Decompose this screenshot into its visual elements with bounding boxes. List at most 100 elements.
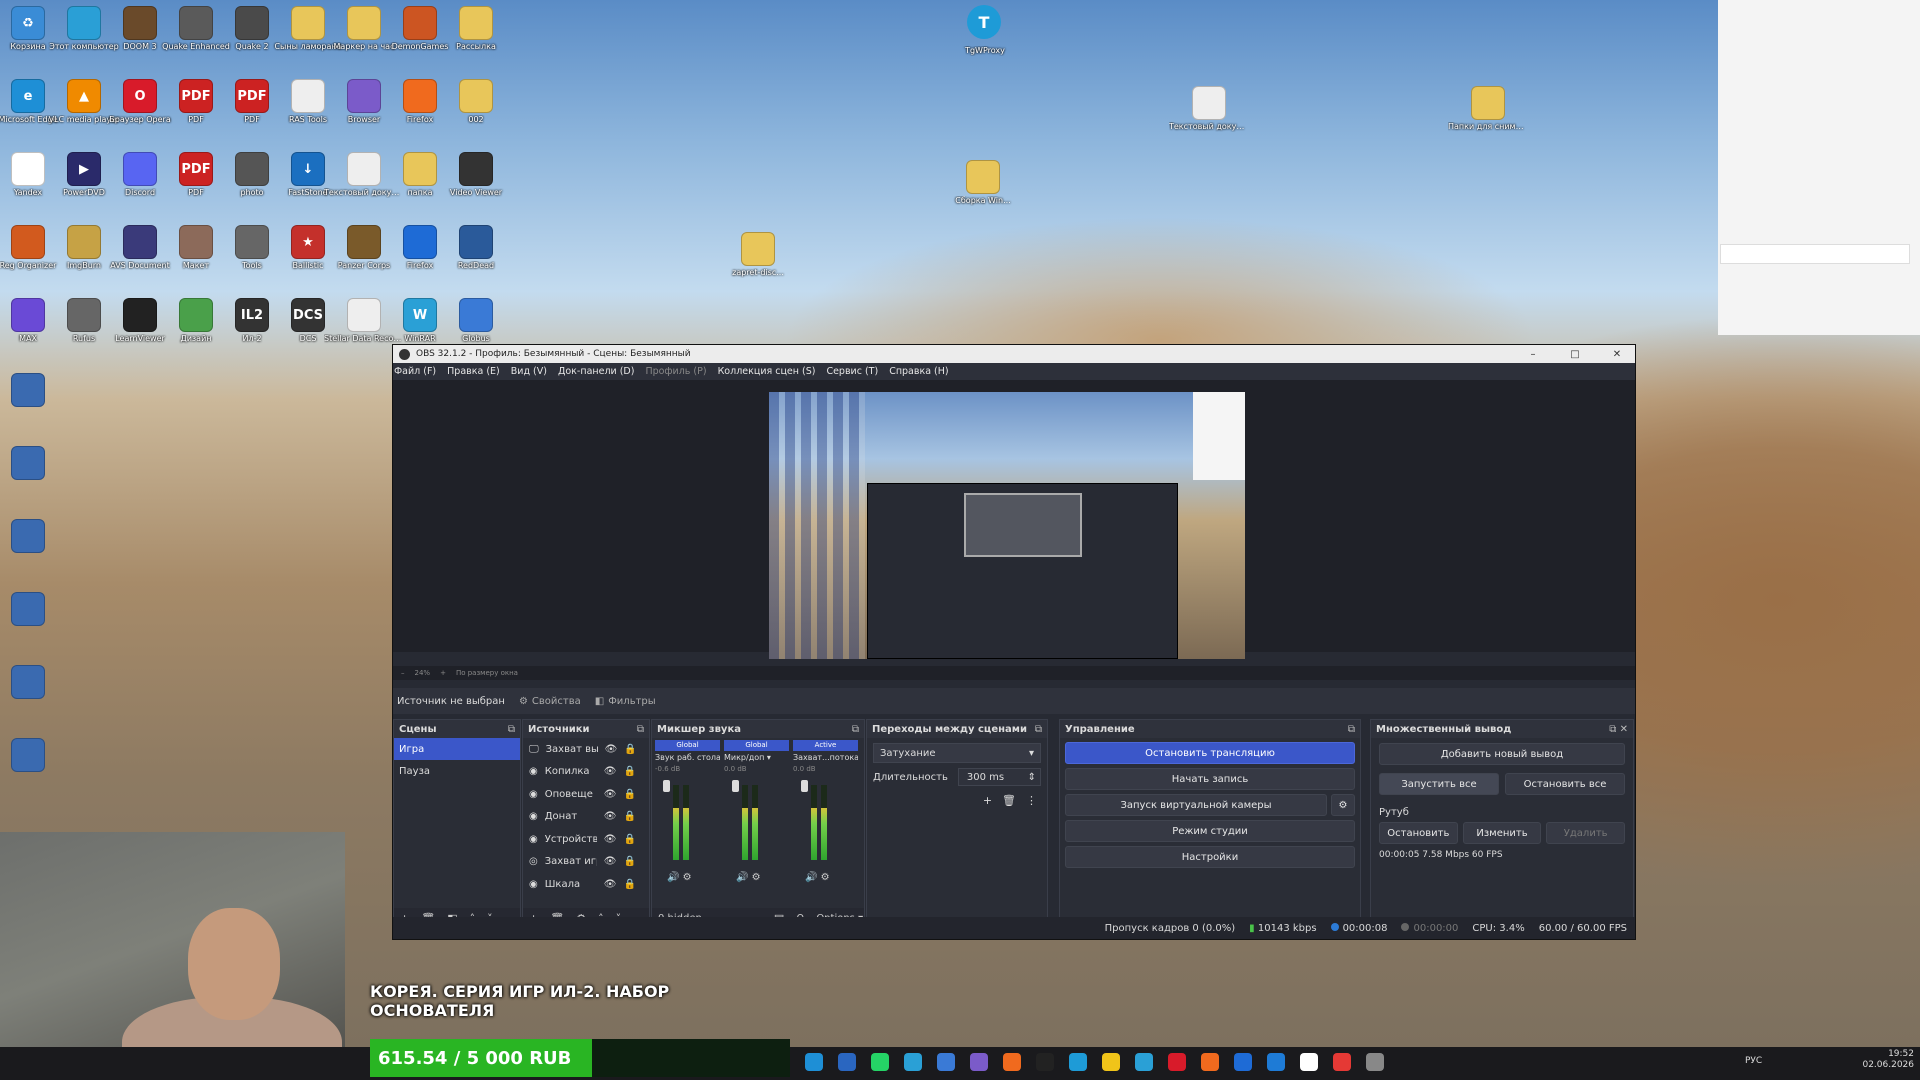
desktop-icon[interactable]	[0, 373, 68, 407]
menu-item[interactable]: Профиль (P)	[645, 366, 706, 377]
channel-name[interactable]: Микр/доп ▾	[724, 753, 789, 762]
channel-name[interactable]: Захват...потока ▾	[793, 753, 858, 762]
undock-icon[interactable]: ⧉	[1348, 724, 1355, 735]
stop-stream-button[interactable]: Остановить трансляцию	[1065, 742, 1355, 764]
source-item[interactable]: ◉ Донат 👁 🔒	[523, 806, 649, 829]
mute-icon[interactable]: 🔊 ⚙	[736, 872, 761, 883]
mute-icon[interactable]: 🔊 ⚙	[805, 872, 830, 883]
properties-button[interactable]: ⚙ Свойства	[519, 696, 581, 707]
lock-icon[interactable]: 🔒	[623, 766, 635, 777]
preview-canvas[interactable]	[769, 392, 1245, 659]
source-item[interactable]: ◉ Шкала 👁 🔒	[523, 873, 649, 896]
start-all-button[interactable]: Запустить все	[1379, 773, 1499, 795]
eye-icon[interactable]: 👁	[605, 744, 618, 755]
eye-icon[interactable]: 👁	[604, 789, 617, 800]
menu-item[interactable]: Коллекция сцен (S)	[718, 366, 816, 377]
taskbar-app-icon[interactable]	[904, 1053, 922, 1071]
menu-item[interactable]: Док-панели (D)	[558, 366, 634, 377]
desktop-icon[interactable]: Текстовый докумен...	[1169, 86, 1249, 132]
scene-item[interactable]: Игра	[394, 738, 520, 760]
delete-output-button[interactable]: Удалить	[1546, 822, 1626, 844]
tray-clock[interactable]: 19:52 02.06.2026	[1862, 1049, 1914, 1071]
more-icon[interactable]: ⋮	[1026, 794, 1037, 807]
menu-item[interactable]: Файл (F)	[394, 366, 436, 377]
taskbar-app-icon[interactable]	[1366, 1053, 1384, 1071]
desktop-icon[interactable]: 002	[436, 79, 516, 125]
transition-select[interactable]: Затухание ▾	[873, 743, 1041, 763]
menu-item[interactable]: Правка (E)	[447, 366, 500, 377]
desktop-icon[interactable]: RedDead	[436, 225, 516, 271]
source-item[interactable]: ◉ Устройств 👁 🔒	[523, 828, 649, 851]
taskbar-app-icon[interactable]	[1036, 1053, 1054, 1071]
filters-button[interactable]: ◧ Фильтры	[595, 696, 656, 707]
gear-icon[interactable]: ⚙	[1331, 794, 1355, 816]
desktop-icon[interactable]	[0, 738, 68, 772]
tray-language[interactable]: РУС	[1745, 1056, 1762, 1066]
taskbar-app-icon[interactable]	[805, 1053, 823, 1071]
undock-close-icons[interactable]: ⧉ ✕	[1609, 724, 1628, 735]
desktop-icon[interactable]	[0, 665, 68, 699]
studio-mode-button[interactable]: Режим студии	[1065, 820, 1355, 842]
menu-item[interactable]: Вид (V)	[511, 366, 547, 377]
lock-icon[interactable]: 🔒	[624, 744, 636, 755]
eye-icon[interactable]: 👁	[604, 856, 617, 867]
taskbar-app-icon[interactable]	[1168, 1053, 1186, 1071]
stop-all-button[interactable]: Остановить все	[1505, 773, 1625, 795]
taskbar-app-icon[interactable]	[1333, 1053, 1351, 1071]
taskbar-app-icon[interactable]	[1234, 1053, 1252, 1071]
source-item[interactable]: 🖵 Захват вы 👁 🔒	[523, 738, 649, 761]
desktop-icon[interactable]: Рассылка	[436, 6, 516, 52]
volume-fader[interactable]	[732, 780, 739, 792]
add-output-button[interactable]: Добавить новый вывод	[1379, 743, 1625, 765]
undock-icon[interactable]: ⧉	[508, 724, 515, 735]
desktop-icon[interactable]: zapret-disc...	[718, 232, 798, 278]
taskbar-app-icon[interactable]	[871, 1053, 889, 1071]
edit-output-button[interactable]: Изменить	[1462, 822, 1542, 844]
eye-icon[interactable]: 👁	[604, 811, 617, 822]
start-record-button[interactable]: Начать запись	[1065, 768, 1355, 790]
taskbar-app-icon[interactable]	[1267, 1053, 1285, 1071]
taskbar-app-icon[interactable]	[838, 1053, 856, 1071]
taskbar-app-icon[interactable]	[1201, 1053, 1219, 1071]
scene-item[interactable]: Пауза	[394, 760, 520, 782]
eye-icon[interactable]: 👁	[604, 834, 617, 845]
stop-output-button[interactable]: Остановить	[1379, 822, 1458, 844]
undock-icon[interactable]: ⧉	[637, 724, 644, 735]
taskbar-app-icon[interactable]	[970, 1053, 988, 1071]
close-button[interactable]: ✕	[1599, 349, 1635, 360]
minimize-button[interactable]: –	[1515, 349, 1551, 360]
settings-button[interactable]: Настройки	[1065, 846, 1355, 868]
desktop-icon[interactable]	[0, 519, 68, 553]
lock-icon[interactable]: 🔒	[623, 834, 635, 845]
tgwproxy-icon[interactable]: T	[967, 5, 1001, 39]
channel-name[interactable]: Звук раб. стола ▾	[655, 753, 720, 762]
virtual-cam-button[interactable]: Запуск виртуальной камеры	[1065, 794, 1327, 816]
mute-icon[interactable]: 🔊 ⚙	[667, 872, 692, 883]
source-item[interactable]: ◉ Копилка 👁 🔒	[523, 761, 649, 784]
eye-icon[interactable]: 👁	[604, 879, 617, 890]
eye-icon[interactable]: 👁	[604, 766, 617, 777]
taskbar-app-icon[interactable]	[1003, 1053, 1021, 1071]
taskbar-app-icon[interactable]	[1300, 1053, 1318, 1071]
lock-icon[interactable]: 🔒	[623, 879, 635, 890]
desktop-icon[interactable]: Папки для снимков	[1448, 86, 1528, 132]
zoom-fit[interactable]: По размеру окна	[456, 669, 518, 677]
volume-fader[interactable]	[663, 780, 670, 792]
lock-icon[interactable]: 🔒	[623, 789, 635, 800]
undock-icon[interactable]: ⧉	[852, 724, 859, 735]
desktop-icon[interactable]: Globus	[436, 298, 516, 344]
taskbar-app-icon[interactable]	[1135, 1053, 1153, 1071]
maximize-button[interactable]: □	[1557, 349, 1593, 360]
duration-input[interactable]: 300 ms ⇕	[957, 768, 1041, 786]
desktop-icon[interactable]: Сборка Win...	[943, 160, 1023, 206]
add-icon[interactable]: +	[983, 794, 992, 807]
trash-icon[interactable]: 🗑	[1002, 794, 1016, 807]
desktop-icon[interactable]: Video Viewer	[436, 152, 516, 198]
taskbar-app-icon[interactable]	[937, 1053, 955, 1071]
lock-icon[interactable]: 🔒	[623, 811, 635, 822]
zoom-in-button[interactable]: +	[440, 669, 446, 677]
lock-icon[interactable]: 🔒	[623, 856, 635, 867]
volume-fader[interactable]	[801, 780, 808, 792]
zoom-out-button[interactable]: –	[401, 669, 405, 677]
menu-item[interactable]: Сервис (T)	[826, 366, 878, 377]
